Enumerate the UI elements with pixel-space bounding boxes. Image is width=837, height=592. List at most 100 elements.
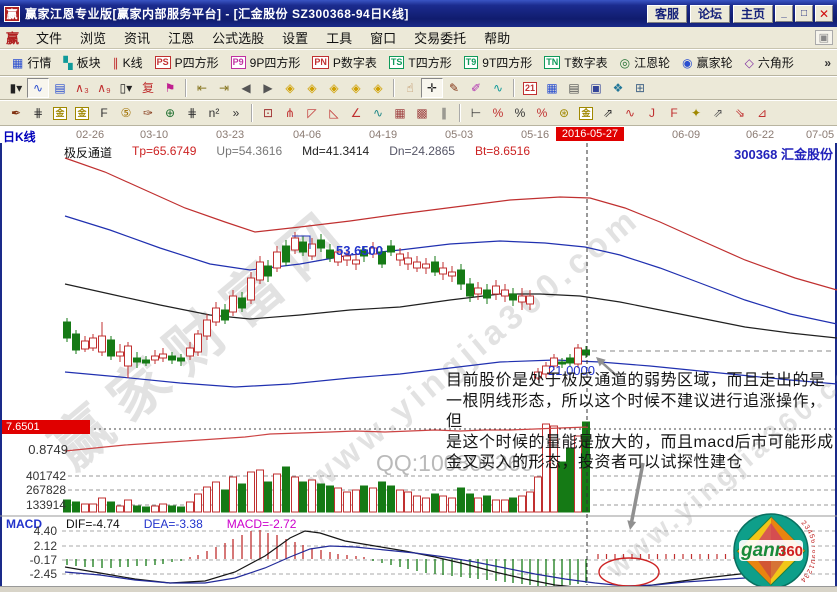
calendar-button[interactable]: 21	[519, 78, 541, 98]
toolbar-板块[interactable]: ▚板块	[57, 52, 106, 73]
triangle-tool-button[interactable]: ⊿	[751, 103, 773, 123]
annotation-line: 一根阴线形态，所以这个时候不建议进行追涨操作，但	[446, 392, 837, 433]
gold-circle-button[interactable]: ⊛	[553, 103, 575, 123]
percent-1-button[interactable]: %	[487, 103, 509, 123]
angle-line-button[interactable]: ∠	[345, 103, 367, 123]
band-tool-button[interactable]: ∿	[619, 103, 641, 123]
toolbar-行情[interactable]: ▦行情	[6, 52, 57, 73]
menu-item[interactable]: 窗口	[361, 29, 405, 48]
brush-button[interactable]: ✒	[5, 103, 27, 123]
crosshair-button[interactable]: ✛	[421, 78, 443, 98]
measure-button[interactable]: ⊢	[465, 103, 487, 123]
network-share-button[interactable]: ❖	[607, 78, 629, 98]
percent-2-button[interactable]: %	[509, 103, 531, 123]
maximize-button[interactable]: □	[795, 5, 813, 22]
toolbar-K线[interactable]: ∥K线	[107, 52, 149, 73]
chart-mode-toggle-button[interactable]: ∿	[27, 78, 49, 98]
macd-axis-label: 4.40	[0, 524, 57, 538]
menu-item[interactable]: 浏览	[71, 29, 115, 48]
f-line-button[interactable]: F	[663, 103, 685, 123]
marker-pen-button[interactable]: ✐	[465, 78, 487, 98]
wave-line-button[interactable]: ∿	[367, 103, 389, 123]
titlebar-button-客服[interactable]: 客服	[647, 5, 687, 23]
gold-grid-2-button[interactable]: 金	[71, 103, 93, 123]
close-button[interactable]: ✕	[815, 5, 833, 22]
candle-dropdown-button[interactable]: ▯▾	[115, 78, 137, 98]
first-bar-button[interactable]: ⇤	[191, 78, 213, 98]
prev-bar-button[interactable]: ◀	[235, 78, 257, 98]
fan-lines-button[interactable]: ⋔	[279, 103, 301, 123]
step-9-button[interactable]: ∧₉	[93, 78, 115, 98]
shade-rect-2-button[interactable]: ◺	[323, 103, 345, 123]
next-bar-button[interactable]: ▶	[257, 78, 279, 98]
toolbar-六角形[interactable]: ◇六角形	[739, 52, 800, 73]
zoom-left-button[interactable]: ◈	[279, 78, 301, 98]
curve-tool-button[interactable]: ∿	[487, 78, 509, 98]
menu-item[interactable]: 设置	[273, 29, 317, 48]
toolbar-label: 9T四方形	[482, 54, 532, 71]
box-tool-button[interactable]: ⊡	[257, 103, 279, 123]
shade-rect-1-button[interactable]: ◸	[301, 103, 323, 123]
menu-item[interactable]: 文件	[27, 29, 71, 48]
toolbar-P四方形[interactable]: PSP四方形	[149, 52, 225, 73]
draw-pen-button[interactable]: ✎	[443, 78, 465, 98]
menu-item[interactable]: 公式选股	[203, 29, 273, 48]
notepad-button[interactable]: ▤	[563, 78, 585, 98]
gold-angle-button[interactable]: ✦	[685, 103, 707, 123]
save-disk-button[interactable]: ▣	[585, 78, 607, 98]
parallel-lines-button[interactable]: ∥	[433, 103, 455, 123]
zoom-in-button[interactable]: ◈	[345, 78, 367, 98]
last-bar-button[interactable]: ⇥	[213, 78, 235, 98]
toolbar-label: K线	[123, 54, 143, 71]
grid-2-button[interactable]: ▩	[411, 103, 433, 123]
channel-value: Tp=65.6749	[132, 144, 196, 161]
fibonacci-button[interactable]: F	[93, 103, 115, 123]
kline-style-dropdown-button[interactable]: ▮▾	[5, 78, 27, 98]
five-wave-button[interactable]: ⑤	[115, 103, 137, 123]
ruler-grid-button[interactable]: ⋕	[27, 103, 49, 123]
titlebar-button-论坛[interactable]: 论坛	[690, 5, 730, 23]
toolbar-T四方形[interactable]: TST四方形	[383, 52, 458, 73]
minimize-button[interactable]: _	[775, 5, 793, 22]
toolbar-赢家轮[interactable]: ◉赢家轮	[676, 52, 739, 73]
menu-right-icon[interactable]: ▣	[815, 30, 833, 45]
titlebar-button-主页[interactable]: 主页	[733, 5, 773, 23]
info-panel-button[interactable]: ▤	[49, 78, 71, 98]
data-transfer-button[interactable]: ⊞	[629, 78, 651, 98]
flag-marker-button[interactable]: ⚑	[159, 78, 181, 98]
menu-item[interactable]: 工具	[317, 29, 361, 48]
calculator-button[interactable]: ▦	[541, 78, 563, 98]
gold-grid-1-button[interactable]: 金	[49, 103, 71, 123]
menu-item[interactable]: 江恩	[159, 29, 203, 48]
j-line-button[interactable]: J	[641, 103, 663, 123]
trend-up-button[interactable]: ⇗	[597, 103, 619, 123]
menu-item[interactable]: 交易委托	[405, 29, 475, 48]
menu-item[interactable]: 资讯	[115, 29, 159, 48]
toolbar-T数字表[interactable]: TNT数字表	[538, 52, 613, 73]
annotation-line: 目前股价是处于极反通道的弱势区域，而且走出的是	[446, 371, 837, 392]
zoom-both-button[interactable]: ◈	[323, 78, 345, 98]
channel-line-button[interactable]: ⇘	[729, 103, 751, 123]
date-tick: 05-03	[445, 129, 473, 141]
toolbar-overflow[interactable]: »	[824, 56, 831, 70]
pen-ruler-button[interactable]: ✑	[137, 103, 159, 123]
menu-item[interactable]: 帮助	[475, 29, 519, 48]
toolbar-9P四方形[interactable]: P99P四方形	[225, 52, 307, 73]
gold-line-button[interactable]: 金	[575, 103, 597, 123]
grid-1-button[interactable]: ▦	[389, 103, 411, 123]
toolbar-江恩轮[interactable]: ◎江恩轮	[614, 52, 677, 73]
scale-ruler-button[interactable]: ⋕	[181, 103, 203, 123]
restore-rights-button[interactable]: 复	[137, 78, 159, 98]
step-3-button[interactable]: ∧₃	[71, 78, 93, 98]
toolbar-9T四方形[interactable]: T99T四方形	[458, 52, 539, 73]
speed-line-button[interactable]: ⇗	[707, 103, 729, 123]
pan-hand-button[interactable]: ☝	[399, 78, 421, 98]
cycle-circle-button[interactable]: ⊕	[159, 103, 181, 123]
more-tools-button[interactable]: »	[225, 103, 247, 123]
square-numbers-button[interactable]: n²	[203, 103, 225, 123]
toolbar-P数字表[interactable]: PNP数字表	[306, 52, 383, 73]
zoom-right-button[interactable]: ◈	[301, 78, 323, 98]
percent-line-button[interactable]: %	[531, 103, 553, 123]
window-title: 赢家江恩专业版[赢家内部服务平台] - [汇金股份 SZ300368-94日K线…	[25, 5, 644, 22]
zoom-out-button[interactable]: ◈	[367, 78, 389, 98]
